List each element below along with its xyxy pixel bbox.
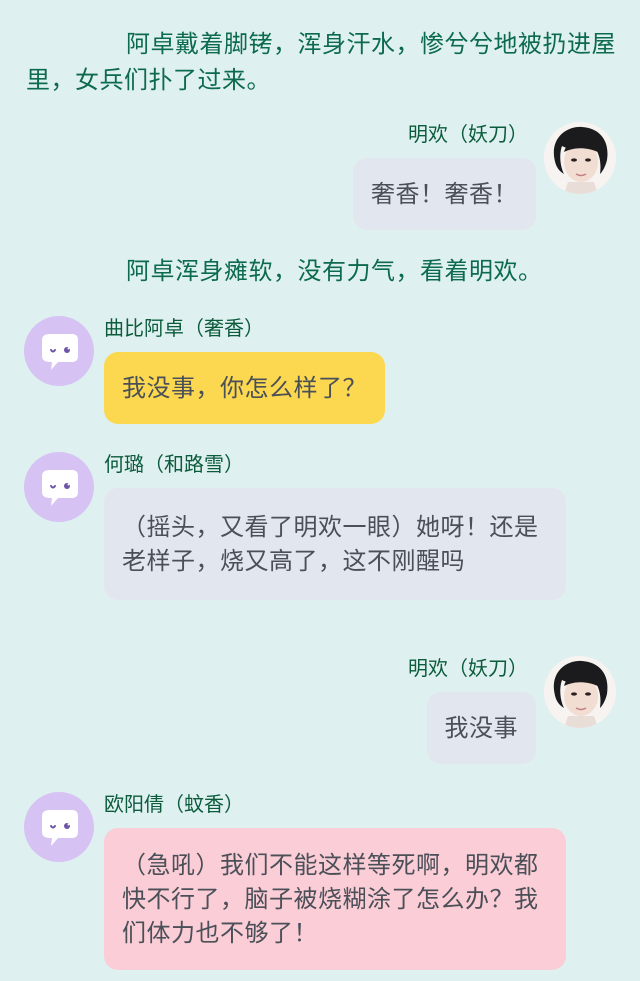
message-bubble: （摇头，又看了明欢一眼）她呀！还是老样子，烧又高了，这不刚醒吗 bbox=[104, 488, 566, 600]
speaker-name: 明欢（妖刀） bbox=[408, 656, 528, 680]
chat-bubble-bot-avatar-icon[interactable] bbox=[24, 452, 94, 522]
speaker-name: 明欢（妖刀） bbox=[408, 122, 528, 146]
message-bubble: （急吼）我们不能这样等死啊，明欢都快不行了，脑子被烧糊涂了怎么办？我们体力也不够… bbox=[104, 828, 566, 970]
user-photo-avatar-icon[interactable] bbox=[544, 122, 616, 194]
speaker-name: 欧阳倩（蚊香） bbox=[104, 792, 244, 816]
message-bubble: 我没事 bbox=[426, 692, 536, 764]
chat-bubble-bot-avatar-icon[interactable] bbox=[24, 316, 94, 386]
chat-bubble-bot-avatar-icon[interactable] bbox=[24, 792, 94, 862]
message-bubble: 我没事，你怎么样了？ bbox=[104, 352, 385, 424]
speaker-name: 何璐（和路雪） bbox=[104, 452, 244, 476]
speaker-name: 曲比阿卓（奢香） bbox=[104, 316, 264, 340]
message-bubble: 奢香！奢香！ bbox=[353, 158, 536, 230]
narration-text: 阿卓浑身瘫软，没有力气，看着明欢。 bbox=[126, 257, 543, 285]
user-photo-avatar-icon[interactable] bbox=[544, 656, 616, 728]
narration-text: 阿卓戴着脚铐，浑身汗水，惨兮兮地被扔进屋里，女兵们扑了过来。 bbox=[26, 30, 616, 94]
